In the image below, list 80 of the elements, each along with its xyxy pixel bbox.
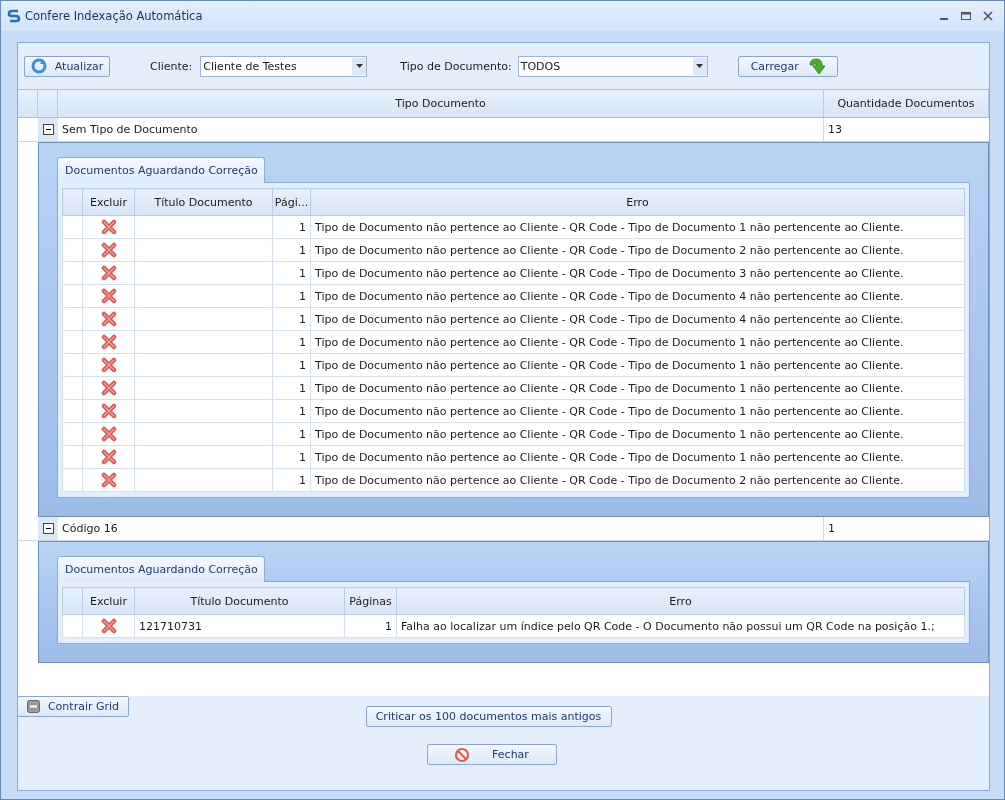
group-name-cell: Código 16: [58, 517, 824, 540]
table-cell: 1: [272, 376, 311, 400]
delete-x-icon[interactable]: [100, 357, 117, 373]
table-cell: 1: [344, 614, 397, 638]
down-arrow-icon: [806, 57, 825, 75]
table-cell: Tipo de Documento não pertence ao Cliente - QR Code - Tipo de Documento 1 não pertencente ao Cliente.: [310, 215, 965, 239]
delete-x-icon[interactable]: [100, 472, 117, 488]
column-header: Título Documento: [134, 587, 345, 615]
prohibited-icon: [454, 746, 471, 763]
dropdown-arrow-icon: [355, 64, 363, 68]
table-cell: Tipo de Documento não pertence ao Cliente - QR Code - Tipo de Documento 1 não pertencente ao Cliente.: [310, 353, 965, 377]
table-cell: 1: [272, 261, 311, 285]
row-indicator-header: [62, 188, 83, 216]
column-header: Pági...: [272, 188, 311, 216]
count-cell-text: 13: [827, 122, 843, 138]
detail-tab[interactable]: Documentos Aguardando Correção: [57, 556, 265, 582]
delete-x-icon[interactable]: [100, 449, 117, 465]
column-header: Título Documento: [134, 188, 273, 216]
table-cell: Tipo de Documento não pertence ao Cliente - QR Code - Tipo de Documento 1 não pertencente ao Cliente.: [310, 422, 965, 446]
table-cell: 1: [272, 238, 311, 262]
column-header: Tipo Documento: [58, 90, 824, 117]
table-cell: 1: [272, 215, 311, 239]
table-cell: 1: [272, 330, 311, 354]
delete-x-icon[interactable]: [100, 265, 117, 281]
column-header: Quantidade Documentos: [824, 90, 989, 117]
table-cell: 1: [272, 353, 311, 377]
table-cell: 1: [272, 307, 311, 331]
load-button[interactable]: Carregar: [737, 55, 838, 77]
delete-x-icon[interactable]: [100, 426, 117, 442]
table-cell: Tipo de Documento não pertence ao Cliente - QR Code - Tipo de Documento 1 não pertencente ao Cliente.: [310, 330, 965, 354]
delete-x-icon[interactable]: [100, 288, 117, 304]
table-cell: 1: [272, 284, 311, 308]
row-indicator-header: [62, 587, 83, 615]
column-header: Excluir: [82, 188, 135, 216]
column-header: Excluir: [82, 587, 135, 615]
collapse-icon[interactable]: [42, 124, 54, 135]
count-cell-text: 1: [827, 521, 836, 537]
close-button[interactable]: Fechar: [426, 744, 557, 765]
table-cell: 1: [272, 445, 311, 469]
group-name-cell: Sem Tipo de Documento: [58, 118, 824, 141]
table-cell: 1: [272, 422, 311, 446]
minus-square-icon: [26, 700, 40, 713]
window-title: Confere Indexação Automática: [25, 9, 203, 23]
table-cell: 121710731: [134, 614, 345, 638]
refresh-button[interactable]: Atualizar: [24, 55, 110, 77]
table-cell: Tipo de Documento não pertence ao Cliente - QR Code - Tipo de Documento 1 não pertencente ao Cliente.: [310, 399, 965, 423]
client-label: Cliente:: [150, 59, 193, 73]
table-cell: Falha ao localizar um índice pelo QR Code - O Documento não possui um QR Code na posição 1.;: [396, 614, 965, 638]
table-cell: Tipo de Documento não pertence ao Cliente - QR Code - Tipo de Documento 2 não pertencente ao Cliente.: [310, 468, 965, 492]
table-cell: 1: [272, 468, 311, 492]
column-header: Erro: [396, 587, 965, 615]
collapse-icon[interactable]: [42, 523, 54, 534]
delete-x-icon[interactable]: [100, 334, 117, 350]
delete-x-icon[interactable]: [100, 380, 117, 396]
table-cell: Tipo de Documento não pertence ao Cliente - QR Code - Tipo de Documento 1 não pertencente ao Cliente.: [310, 376, 965, 400]
document-type-label: Tipo de Documento:: [400, 59, 512, 73]
collapse-grid-button[interactable]: Contrair Grid: [17, 696, 129, 717]
table-cell: Tipo de Documento não pertence ao Cliente - QR Code - Tipo de Documento 2 não pertencente ao Cliente.: [310, 238, 965, 262]
delete-x-icon[interactable]: [100, 219, 117, 235]
table-cell: Tipo de Documento não pertence ao Cliente - QR Code - Tipo de Documento 4 não pertencente ao Cliente.: [310, 307, 965, 331]
table-cell: Tipo de Documento não pertence ao Cliente - QR Code - Tipo de Documento 3 não pertencente ao Cliente.: [310, 261, 965, 285]
app-logo-icon: [7, 9, 21, 23]
table-cell: Tipo de Documento não pertence ao Cliente - QR Code - Tipo de Documento 4 não pertencente ao Cliente.: [310, 284, 965, 308]
client-dropdown[interactable]: Cliente de Testes: [200, 55, 368, 77]
column-header: Páginas: [344, 587, 397, 615]
critique-button[interactable]: Criticar os 100 documentos mais antigos: [365, 706, 612, 727]
dropdown-arrow-icon: [696, 64, 704, 68]
table-cell: Tipo de Documento não pertence ao Cliente - QR Code - Tipo de Documento 1 não pertencente ao Cliente.: [310, 445, 965, 469]
column-header: Erro: [310, 188, 965, 216]
delete-x-icon[interactable]: [100, 618, 117, 634]
refresh-icon: [30, 58, 47, 74]
minimize-icon: [940, 18, 948, 20]
delete-x-icon[interactable]: [100, 403, 117, 419]
maximize-icon: [960, 10, 972, 22]
detail-tab[interactable]: Documentos Aguardando Correção: [57, 157, 265, 183]
close-icon: [982, 10, 994, 22]
delete-x-icon[interactable]: [100, 242, 117, 258]
document-type-dropdown[interactable]: TODOS: [517, 55, 708, 77]
table-cell: 1: [272, 399, 311, 423]
delete-x-icon[interactable]: [100, 311, 117, 327]
